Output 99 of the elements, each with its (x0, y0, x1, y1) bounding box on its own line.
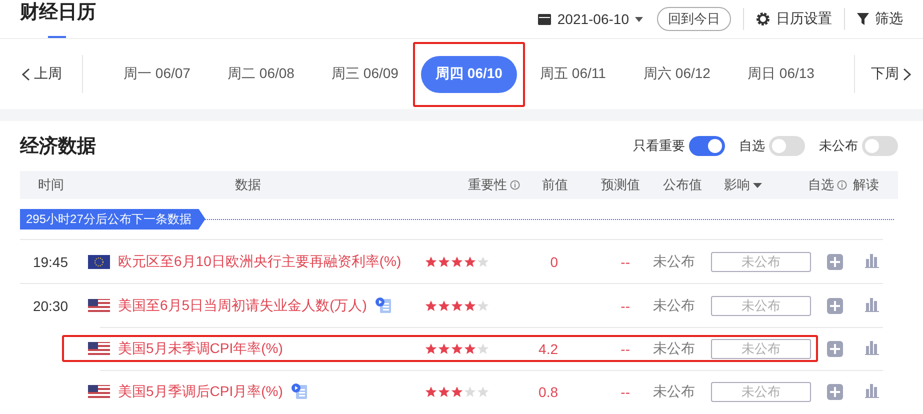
impact-tag: 未公布 (711, 252, 811, 272)
plus-icon (830, 344, 840, 354)
countdown-banner: 295小时27分后公布下一条数据 (20, 208, 206, 230)
column-header: 解读 (853, 176, 879, 194)
star-icon (464, 300, 476, 312)
filter-icon (857, 13, 869, 25)
bar-chart-icon[interactable] (865, 252, 880, 268)
info-icon (837, 180, 847, 190)
bar-chart-icon[interactable] (865, 382, 880, 398)
star-icon (477, 342, 489, 354)
star-icon (451, 300, 463, 312)
star-icon (425, 300, 437, 312)
settings-button[interactable]: 日历设置 (756, 10, 832, 28)
indicator-link[interactable]: 美国5月未季调CPI年率(%) (118, 340, 283, 358)
column-header: 公布值 (663, 176, 702, 194)
toggle-label: 未公布 (819, 137, 858, 155)
flag-icon (88, 254, 110, 268)
column-header: 自选 (808, 176, 834, 194)
toggle-switch[interactable] (862, 136, 898, 156)
time-cell: 20:30 (32, 298, 68, 314)
video-doc-icon[interactable] (374, 297, 392, 314)
toggle-label: 只看重要 (633, 137, 685, 155)
day-tab[interactable]: 周四 06/10 (421, 56, 517, 92)
settings-icon (756, 12, 770, 26)
star-icon (464, 386, 476, 398)
star-icon (425, 256, 437, 268)
column-header: 重要性 (468, 176, 507, 194)
actual-value: 未公布 (653, 252, 695, 268)
flag-icon (88, 298, 110, 312)
toggle-switch[interactable] (689, 136, 725, 156)
video-doc-icon[interactable] (290, 383, 308, 400)
bar-chart-icon[interactable] (865, 296, 880, 312)
previous-value: 4.2 (538, 340, 558, 356)
column-header: 预测值 (601, 176, 640, 194)
caret-icon (753, 182, 762, 188)
star-icon (438, 386, 450, 398)
plus-icon (830, 256, 840, 266)
chevron-icon (22, 68, 30, 80)
indicator-link[interactable]: 美国5月季调后CPI月率(%) (118, 382, 283, 400)
previous-value: 0 (550, 254, 558, 270)
star-icon (438, 300, 450, 312)
impact-tag: 未公布 (711, 338, 811, 358)
time-cell: 19:45 (32, 254, 68, 270)
star-icon (477, 386, 489, 398)
impact-tag: 未公布 (711, 296, 811, 316)
add-button[interactable] (827, 254, 843, 270)
add-button[interactable] (827, 384, 843, 400)
star-icon (477, 256, 489, 268)
info-icon (510, 180, 520, 190)
flag-icon (88, 384, 110, 398)
bar-chart-icon[interactable] (865, 340, 880, 354)
actual-value: 未公布 (653, 340, 695, 356)
star-icon (438, 256, 450, 268)
day-tab[interactable]: 周一 06/07 (109, 56, 205, 92)
actual-value: 未公布 (653, 382, 695, 398)
star-icon (451, 256, 463, 268)
star-icon (477, 300, 489, 312)
indicator-link[interactable]: 美国至6月5日当周初请失业金人数(万人) (118, 296, 367, 314)
star-icon (464, 342, 476, 354)
previous-week-button[interactable]: 上周 (18, 65, 66, 83)
star-icon (425, 386, 437, 398)
filter-button[interactable]: 筛选 (857, 10, 903, 28)
star-icon (425, 342, 437, 354)
next-week-button[interactable]: 下周 (867, 65, 915, 83)
today-button[interactable]: 回到今日 (657, 7, 731, 31)
plus-icon (830, 386, 840, 396)
day-tab[interactable]: 周五 06/11 (525, 56, 621, 92)
star-icon (451, 386, 463, 398)
date-picker[interactable]: 2021-06-10 (557, 11, 629, 27)
day-tab[interactable]: 周日 06/13 (733, 56, 829, 92)
actual-value: 未公布 (653, 296, 695, 312)
day-tab[interactable]: 周六 06/12 (629, 56, 725, 92)
forecast-value: -- (620, 298, 630, 314)
toggle-label: 自选 (739, 137, 765, 155)
add-button[interactable] (827, 298, 843, 314)
column-header: 时间 (38, 176, 64, 194)
star-icon (438, 342, 450, 354)
caret-icon (635, 16, 643, 22)
flag-icon (88, 342, 110, 356)
section-title: 经济数据 (20, 134, 96, 159)
indicator-link[interactable]: 欧元区至6月10日欧洲央行主要再融资利率(%) (118, 252, 402, 270)
page-title: 财经日历 (20, 0, 96, 38)
impact-tag: 未公布 (711, 382, 811, 402)
forecast-value: -- (620, 254, 630, 270)
column-header[interactable]: 影响 (724, 176, 750, 194)
plus-icon (830, 300, 840, 310)
calendar-icon (538, 13, 552, 25)
star-icon (464, 256, 476, 268)
column-header: 前值 (542, 176, 568, 194)
day-tab[interactable]: 周三 06/09 (317, 56, 413, 92)
chevron-icon (903, 68, 911, 80)
forecast-value: -- (620, 340, 630, 356)
star-icon (451, 342, 463, 354)
add-button[interactable] (827, 340, 843, 356)
toggle-switch[interactable] (769, 136, 805, 156)
day-tab[interactable]: 周二 06/08 (213, 56, 309, 92)
column-header: 数据 (235, 176, 261, 194)
forecast-value: -- (620, 384, 630, 400)
previous-value: 0.8 (538, 384, 558, 400)
